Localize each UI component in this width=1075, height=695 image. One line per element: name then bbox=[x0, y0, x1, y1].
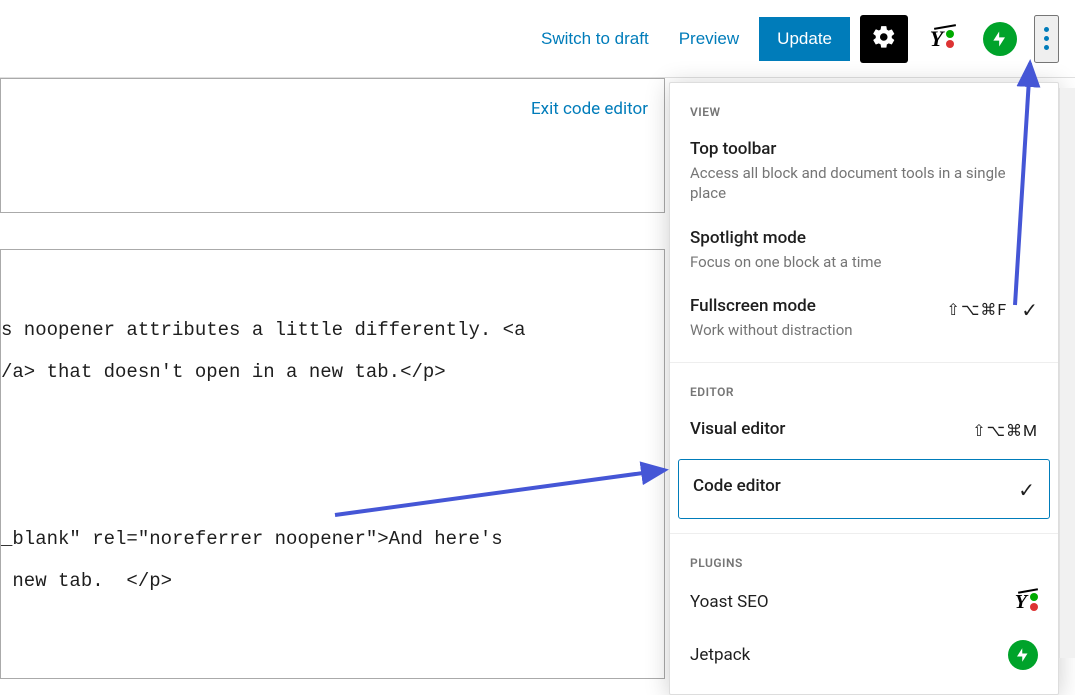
preview-button[interactable]: Preview bbox=[669, 19, 749, 59]
menu-item-desc: Work without distraction bbox=[690, 320, 935, 340]
editor-content: Exit code editor s noopener attributes a… bbox=[0, 78, 665, 658]
gear-icon bbox=[871, 24, 897, 53]
yoast-icon: Y bbox=[930, 28, 943, 50]
menu-item-jetpack[interactable]: Jetpack bbox=[670, 626, 1058, 684]
menu-item-code-editor[interactable]: Code editor ✓ bbox=[678, 459, 1050, 519]
code-line: new tab. </p> bbox=[1, 570, 172, 592]
code-line: s noopener attributes a little different… bbox=[1, 319, 537, 341]
yoast-button[interactable]: Y bbox=[918, 15, 966, 63]
menu-item-desc: Focus on one block at a time bbox=[690, 252, 1038, 272]
code-line: _blank" rel="noreferrer noopener">And he… bbox=[1, 528, 514, 550]
section-heading-editor: EDITOR bbox=[670, 373, 1058, 407]
section-heading-plugins: PLUGINS bbox=[670, 544, 1058, 578]
plugin-name: Yoast SEO bbox=[690, 592, 769, 612]
menu-item-desc: Access all block and document tools in a… bbox=[690, 163, 1038, 204]
yoast-icon: Y bbox=[1015, 592, 1038, 612]
code-editor-textarea[interactable]: s noopener attributes a little different… bbox=[0, 249, 665, 679]
keyboard-shortcut: ⇧⌥⌘M bbox=[972, 421, 1038, 440]
keyboard-shortcut: ⇧⌥⌘F bbox=[947, 300, 1008, 319]
menu-item-yoast[interactable]: Yoast SEO Y bbox=[670, 578, 1058, 626]
menu-item-title: Code editor bbox=[693, 476, 1006, 496]
jetpack-icon bbox=[983, 22, 1017, 56]
section-heading-view: VIEW bbox=[670, 93, 1058, 127]
jetpack-button[interactable] bbox=[976, 15, 1024, 63]
more-icon bbox=[1044, 27, 1049, 32]
menu-item-title: Top toolbar bbox=[690, 139, 1038, 159]
code-line: /a> that doesn't open in a new tab.</p> bbox=[1, 361, 446, 383]
options-menu: VIEW Top toolbar Access all block and do… bbox=[669, 82, 1059, 695]
settings-button[interactable] bbox=[860, 15, 908, 63]
jetpack-icon bbox=[1008, 640, 1038, 670]
editor-toolbar: Switch to draft Preview Update Y bbox=[0, 0, 1075, 78]
more-menu-button[interactable] bbox=[1034, 15, 1059, 63]
menu-item-title: Visual editor bbox=[690, 419, 960, 439]
menu-item-fullscreen[interactable]: Fullscreen mode Work without distraction… bbox=[670, 284, 1058, 352]
check-icon: ✓ bbox=[1021, 298, 1038, 322]
menu-item-title: Fullscreen mode bbox=[690, 296, 935, 316]
menu-item-top-toolbar[interactable]: Top toolbar Access all block and documen… bbox=[670, 127, 1058, 216]
check-icon: ✓ bbox=[1018, 478, 1035, 502]
vertical-scrollbar[interactable] bbox=[1059, 88, 1075, 658]
switch-to-draft-button[interactable]: Switch to draft bbox=[531, 19, 659, 59]
yoast-status-dots bbox=[946, 30, 954, 48]
menu-item-spotlight[interactable]: Spotlight mode Focus on one block at a t… bbox=[670, 216, 1058, 284]
plugin-name: Jetpack bbox=[690, 645, 750, 665]
title-input-box[interactable]: Exit code editor bbox=[0, 78, 665, 213]
exit-code-editor-link[interactable]: Exit code editor bbox=[531, 99, 648, 119]
menu-item-visual-editor[interactable]: Visual editor ⇧⌥⌘M bbox=[670, 407, 1058, 455]
update-button[interactable]: Update bbox=[759, 17, 850, 61]
menu-item-title: Spotlight mode bbox=[690, 228, 1038, 248]
